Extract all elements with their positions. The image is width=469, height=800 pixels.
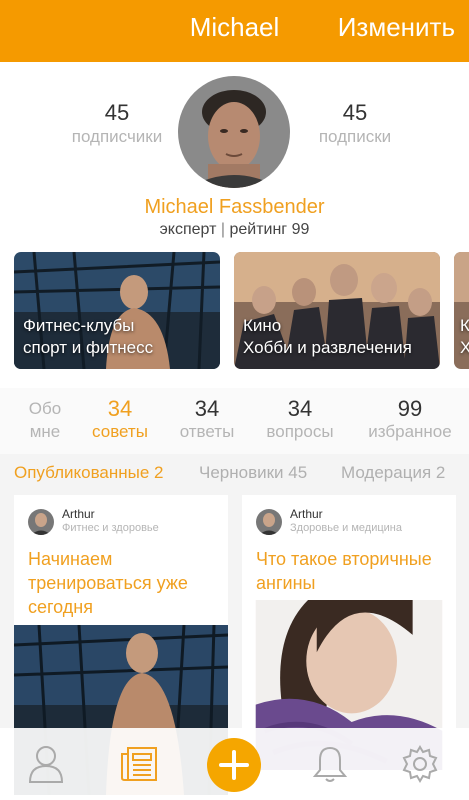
profile-name: Michael Fassbender: [144, 196, 325, 218]
tab-questions-label: вопросы: [266, 422, 334, 441]
tab-about-line2: мне: [29, 422, 61, 441]
post-category: Фитнес и здоровье: [62, 522, 159, 534]
tab-favorites-label: избранное: [368, 422, 452, 441]
tab-tips-count: 34: [107, 396, 133, 421]
subtab-drafts[interactable]: Черновики 45: [199, 463, 307, 483]
category-subtitle: Х: [460, 338, 469, 357]
header-bar: Michael Изменить: [0, 0, 469, 62]
following-count: 45: [342, 100, 368, 125]
subtab-published[interactable]: Опубликованные 2: [14, 463, 164, 483]
tab-favorites-count: 99: [397, 396, 423, 421]
subtab-moderation[interactable]: Модерация 2: [341, 463, 445, 483]
tab-questions[interactable]: 34 вопросы: [258, 396, 342, 442]
tab-answers-label: ответы: [179, 422, 235, 441]
tab-answers[interactable]: 34 ответы: [170, 396, 244, 442]
category-card-partial[interactable]: К Х: [454, 252, 469, 369]
post-category: Здоровье и медицина: [290, 522, 403, 534]
followers-stat[interactable]: 45 подписчики: [62, 100, 172, 148]
category-card-fitness[interactable]: Фитнес-клубы спорт и фитнесс: [14, 252, 220, 369]
user-icon[interactable]: [28, 744, 64, 789]
post-author: Arthur: [62, 507, 95, 521]
tab-tips-label: советы: [92, 422, 148, 441]
edit-button[interactable]: Изменить: [338, 12, 455, 43]
following-label: подписки: [318, 127, 392, 146]
post-author: Arthur: [290, 507, 323, 521]
tab-tips[interactable]: 34 советы: [84, 396, 156, 442]
followers-label: подписчики: [71, 127, 163, 146]
profile-rating-label: рейтинг: [229, 221, 288, 238]
profile-role: эксперт: [159, 221, 217, 238]
following-stat[interactable]: 45 подписки: [300, 100, 410, 148]
plus-icon: [219, 750, 249, 780]
followers-count: 45: [104, 100, 130, 125]
category-title: К: [460, 316, 469, 335]
tab-answers-count: 34: [194, 396, 220, 421]
post-title: Что такое вторичные ангины: [256, 549, 432, 593]
bell-icon[interactable]: [312, 744, 348, 789]
plus-button[interactable]: [207, 738, 261, 792]
tab-favorites[interactable]: 99 избранное: [358, 396, 462, 442]
tab-about-line1: Обо: [28, 399, 62, 418]
profile-rating-value: 99: [291, 221, 310, 238]
category-card-movies[interactable]: Кино Хобби и развлечения: [234, 252, 440, 369]
author-avatar: [256, 509, 282, 535]
profile-meta: эксперт | рейтинг 99: [159, 221, 310, 238]
gear-icon[interactable]: [400, 744, 440, 789]
category-title: Кино: [243, 316, 282, 335]
category-subtitle: Хобби и развлечения: [243, 338, 412, 357]
news-icon[interactable]: [120, 744, 160, 789]
category-title: Фитнес-клубы: [23, 316, 135, 335]
avatar[interactable]: [178, 76, 290, 188]
tab-about[interactable]: Обо мне: [14, 396, 76, 442]
author-avatar: [28, 509, 54, 535]
tab-questions-count: 34: [287, 396, 313, 421]
post-title: Начинаем тренироваться уже сегодня: [28, 549, 188, 617]
category-subtitle: спорт и фитнесс: [23, 338, 154, 357]
